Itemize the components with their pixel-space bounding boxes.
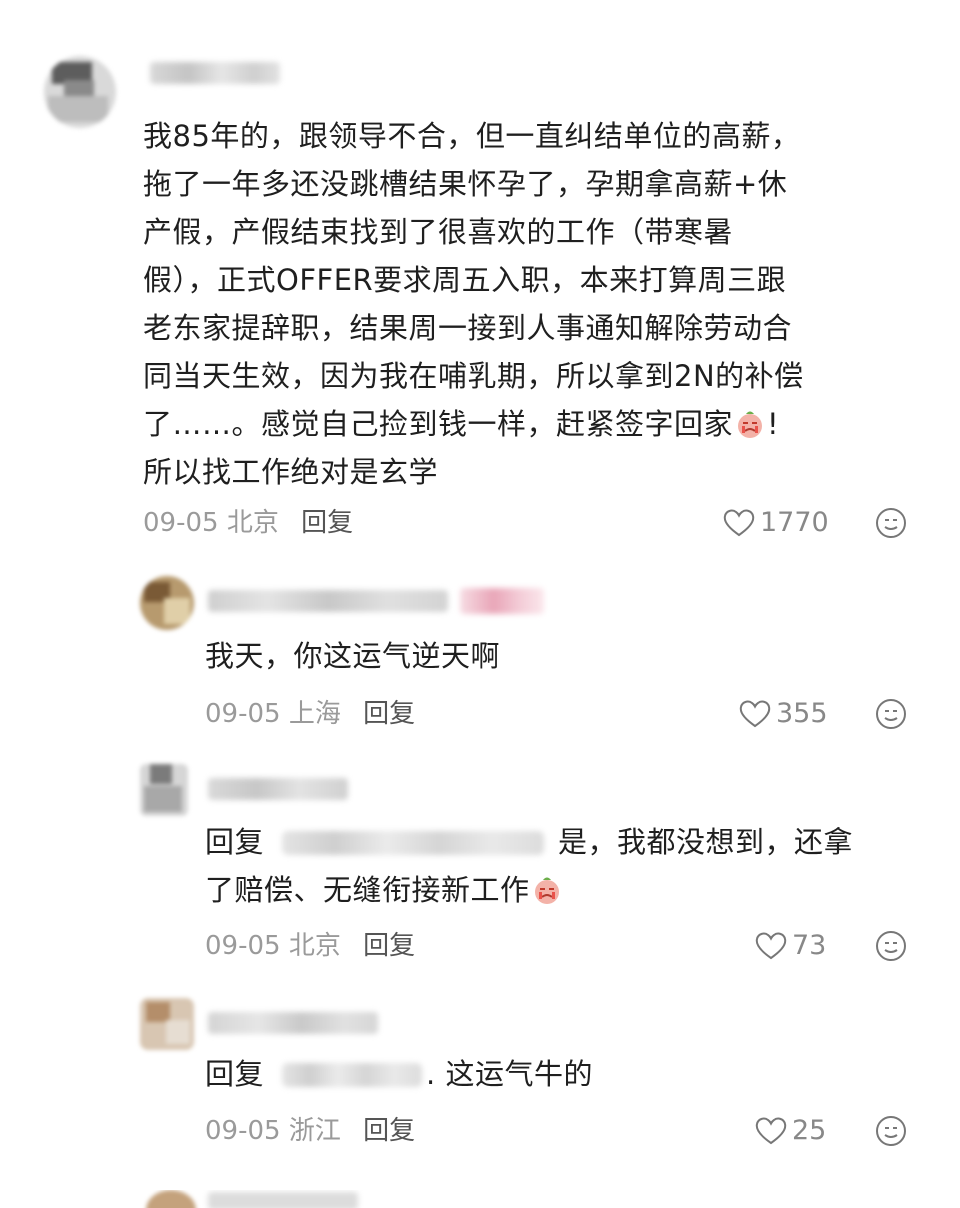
comment-date: 09-05 [205,1116,281,1146]
like-button[interactable]: 355 [738,697,828,731]
comment-meta: 09-05 北京 回复 [205,929,415,963]
comment-meta: 09-05 上海 回复 [205,697,415,731]
username[interactable] [208,1192,358,1208]
comment-meta: 09-05 北京 回复 [143,506,353,540]
reply-button[interactable]: 回复 [363,931,415,961]
comment-location: 浙江 [288,1116,341,1146]
username[interactable] [208,778,348,800]
like-count: 73 [792,930,827,961]
username[interactable] [208,1012,378,1034]
heart-outline-icon [755,932,787,960]
user-badge [460,588,544,614]
reply-button[interactable]: 回复 [363,699,415,729]
mentioned-user[interactable] [282,831,545,855]
like-button[interactable]: 73 [754,929,826,963]
username[interactable] [150,62,280,84]
heart-outline-icon [739,700,771,728]
like-count: 1770 [760,507,829,538]
reply-prefix: 回复 [205,1057,265,1091]
username[interactable] [208,590,448,612]
avatar[interactable] [146,1190,196,1208]
avatar[interactable] [140,764,188,816]
avatar[interactable] [140,576,194,630]
comment-date: 09-05 [205,699,281,729]
reply-prefix: 回复 [205,825,265,859]
comment-location: 北京 [288,931,341,961]
next-comment-peek [0,1190,960,1208]
comment-text: 我85年的，跟领导不合，但一直纠结单位的高薪， 拖了一年多还没跳槽结果怀孕了，孕… [143,119,804,489]
comment-location: 上海 [288,699,341,729]
like-count: 355 [776,698,828,729]
reply-button[interactable]: 回复 [301,508,353,538]
like-count: 25 [792,1115,827,1146]
smiley-face-icon[interactable] [874,1114,908,1148]
comment-text: 回复 是，我都没想到，还拿 了赔偿、无缝衔接新工作 [205,825,854,907]
smiley-face-icon[interactable] [874,697,908,731]
crying-peach-emoji [534,877,559,904]
comment-date: 09-05 [143,508,219,538]
heart-outline-icon [723,509,755,537]
avatar[interactable] [140,998,194,1050]
comment-location: 北京 [226,508,279,538]
like-button[interactable]: 1770 [722,506,829,540]
mentioned-user[interactable] [282,1063,423,1087]
comment-text: 回复. 这运气牛的 [205,1057,593,1091]
comment-meta: 09-05 浙江 回复 [205,1114,415,1148]
comment-text: 我天，你这运气逆天啊 [205,639,501,673]
like-button[interactable]: 25 [754,1114,826,1148]
heart-outline-icon [755,1117,787,1145]
smiley-face-icon[interactable] [874,929,908,963]
comment-date: 09-05 [205,931,281,961]
crying-peach-emoji [738,411,763,438]
avatar[interactable] [44,56,116,128]
reply-button[interactable]: 回复 [363,1116,415,1146]
smiley-face-icon[interactable] [874,506,908,540]
